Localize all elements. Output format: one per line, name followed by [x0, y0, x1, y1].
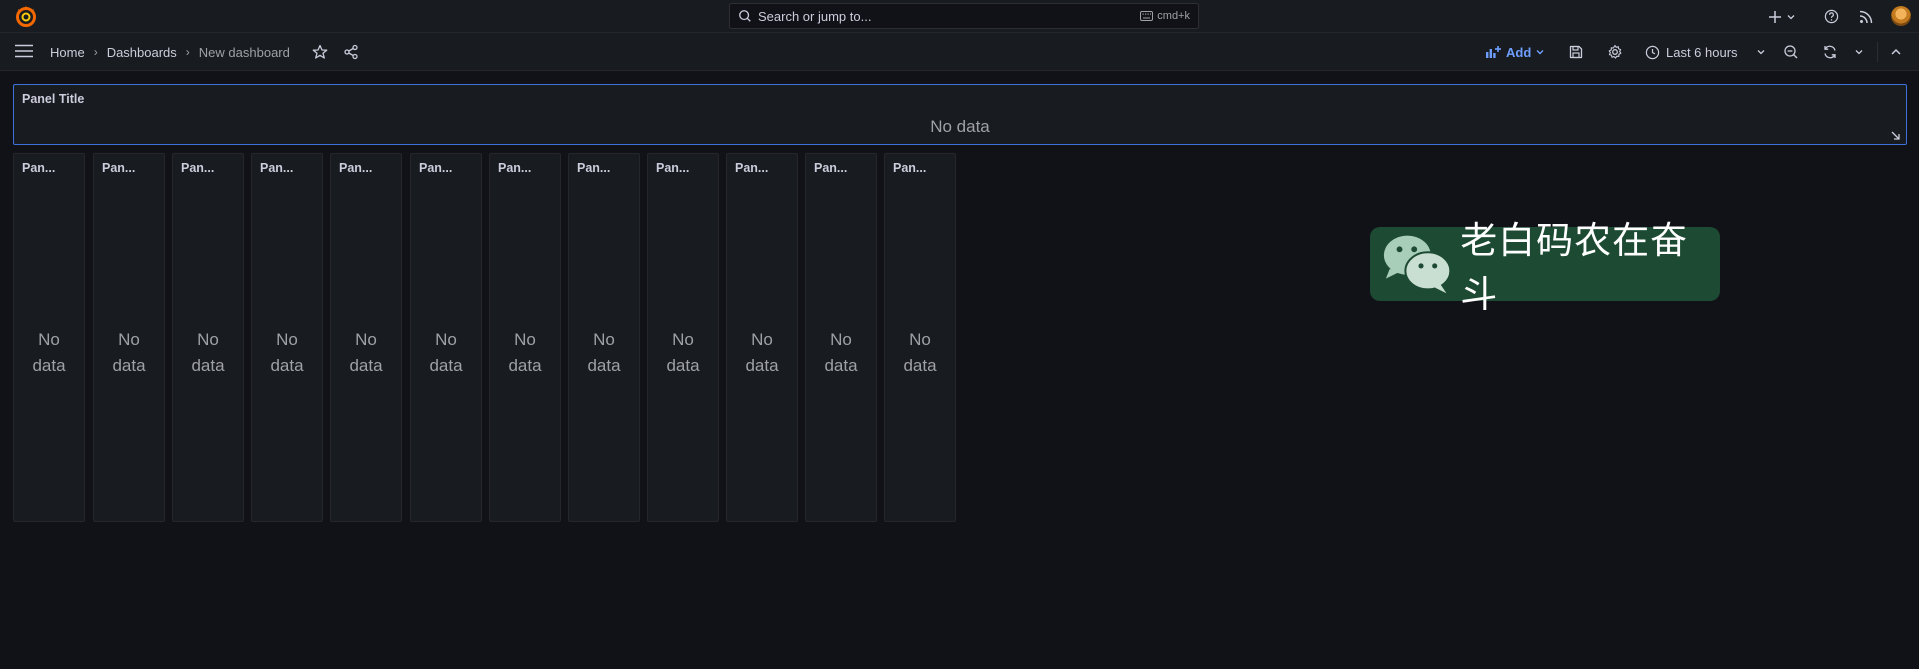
chevron-up-icon[interactable] [1890, 46, 1902, 58]
dashboard-nav-bar: Home › Dashboards › New dashboard Add La… [0, 33, 1919, 71]
help-button[interactable] [1824, 0, 1839, 33]
panel-wide[interactable]: Panel Title No data [13, 84, 1907, 145]
add-panel-icon [1486, 46, 1501, 58]
panel-no-data: No data [191, 330, 225, 375]
save-icon[interactable] [1568, 44, 1584, 60]
panel-title[interactable]: Panel Title [22, 92, 84, 106]
panel-title[interactable]: Pan... [735, 161, 768, 175]
panel-title[interactable]: Pan... [102, 161, 135, 175]
breadcrumb-separator: › [93, 45, 98, 59]
panel-no-data: No data [930, 117, 990, 136]
panel-no-data: No data [824, 330, 858, 375]
panel-3[interactable]: Pan... No data [172, 153, 244, 522]
toolbar-divider [1877, 42, 1878, 62]
chevron-down-icon [1536, 50, 1544, 55]
panel-5[interactable]: Pan... No data [330, 153, 402, 522]
panel-title[interactable]: Pan... [419, 161, 452, 175]
breadcrumb-home[interactable]: Home [50, 45, 85, 60]
breadcrumb-current: New dashboard [198, 44, 290, 60]
panel-no-data: No data [429, 330, 463, 375]
zoom-out-icon[interactable] [1783, 44, 1799, 60]
panel-title[interactable]: Pan... [181, 161, 214, 175]
panel-title[interactable]: Pan... [260, 161, 293, 175]
panel-no-data: No data [587, 330, 621, 375]
news-button[interactable] [1859, 0, 1873, 33]
panel-12[interactable]: Pan... No data [884, 153, 956, 522]
panel-no-data: No data [349, 330, 383, 375]
resize-handle-icon[interactable] [1890, 130, 1902, 142]
panel-11[interactable]: Pan... No data [805, 153, 877, 522]
search-placeholder: Search or jump to... [758, 8, 872, 24]
panel-6[interactable]: Pan... No data [410, 153, 482, 522]
add-button-label: Add [1506, 44, 1532, 60]
hamburger-icon[interactable] [15, 44, 33, 58]
panel-9[interactable]: Pan... No data [647, 153, 719, 522]
search-icon [739, 10, 751, 22]
search-input[interactable]: Search or jump to... cmd+k [729, 3, 1199, 29]
panel-title[interactable]: Pan... [22, 161, 55, 175]
panel-no-data: No data [745, 330, 779, 375]
panel-title[interactable]: Pan... [498, 161, 531, 175]
panel-10[interactable]: Pan... No data [726, 153, 798, 522]
wechat-watermark: 老白码农在奋斗 [1370, 219, 1720, 316]
breadcrumb-separator: › [185, 45, 190, 59]
panel-title[interactable]: Pan... [577, 161, 610, 175]
watermark-text: 老白码农在奋斗 [1460, 219, 1689, 316]
keyboard-icon [1140, 11, 1154, 21]
shortcut-label: cmd+k [1157, 10, 1190, 22]
panel-title[interactable]: Pan... [814, 161, 847, 175]
clock-icon [1645, 45, 1660, 59]
share-icon[interactable] [343, 44, 359, 60]
breadcrumb-dashboards[interactable]: Dashboards [107, 45, 177, 60]
refresh-icon[interactable] [1822, 44, 1838, 60]
breadcrumb: Home › Dashboards › New dashboard [50, 33, 290, 71]
chevron-down-icon [1757, 50, 1765, 55]
user-avatar[interactable] [1891, 6, 1911, 26]
search-shortcut: cmd+k [1140, 10, 1190, 22]
wechat-logo-icon [1383, 235, 1452, 294]
panel-no-data: No data [32, 330, 66, 375]
help-icon [1824, 9, 1839, 24]
panel-2[interactable]: Pan... No data [93, 153, 165, 522]
star-icon[interactable] [312, 44, 328, 60]
chevron-down-icon [1787, 14, 1795, 19]
panel-7[interactable]: Pan... No data [489, 153, 561, 522]
panel-8[interactable]: Pan... No data [568, 153, 640, 522]
panel-no-data: No data [508, 330, 542, 375]
plus-icon [1769, 10, 1781, 23]
panel-4[interactable]: Pan... No data [251, 153, 323, 522]
new-menu-button[interactable] [1768, 0, 1796, 33]
time-range-label: Last 6 hours [1666, 44, 1738, 60]
add-button[interactable]: Add [1485, 42, 1550, 62]
grafana-logo-icon[interactable] [14, 4, 38, 28]
panel-title[interactable]: Pan... [656, 161, 689, 175]
panel-1[interactable]: Pan... No data [13, 153, 85, 522]
time-range-picker[interactable]: Last 6 hours [1645, 42, 1772, 62]
panel-no-data: No data [112, 330, 146, 375]
rss-icon [1859, 10, 1873, 23]
panel-title[interactable]: Pan... [339, 161, 372, 175]
panel-no-data: No data [666, 330, 700, 375]
panel-title[interactable]: Pan... [893, 161, 926, 175]
top-bar: Search or jump to... cmd+k [0, 0, 1919, 33]
panel-no-data: No data [903, 330, 937, 375]
refresh-interval-chevron-icon[interactable] [1854, 47, 1864, 57]
panel-no-data: No data [270, 330, 304, 375]
gear-icon[interactable] [1607, 44, 1623, 60]
